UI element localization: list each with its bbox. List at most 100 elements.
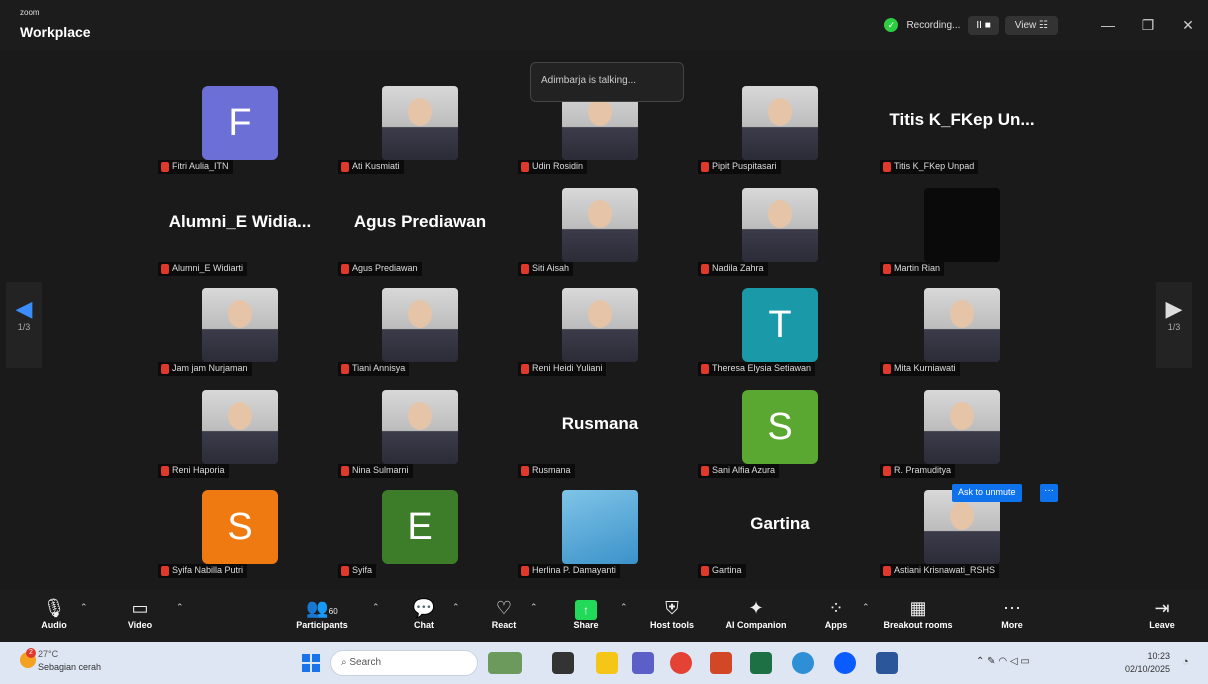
participant-tile[interactable]: Ati Kusmiati [330, 82, 510, 182]
zoom-icon[interactable] [834, 652, 856, 674]
participant-face [588, 300, 612, 328]
participant-name-label: Siti Aisah [518, 262, 574, 276]
participant-tile[interactable]: Mita Kurniawati [872, 284, 1052, 384]
participant-name-label: Herlina P. Damayanti [518, 564, 620, 578]
powerpoint-icon[interactable] [710, 652, 732, 674]
muted-mic-icon [701, 162, 709, 172]
volume-icon[interactable]: ◁ [1010, 656, 1018, 667]
restore-button[interactable]: ❐ [1128, 17, 1168, 34]
participant-more-button[interactable]: ··· [1040, 484, 1058, 502]
participant-tile[interactable]: Reni Haporia [150, 386, 330, 486]
ai-companion-label: AI Companion [725, 620, 787, 630]
participant-face [950, 300, 974, 328]
ai-companion-button[interactable]: ✦ AI Companion [716, 596, 796, 630]
participant-tile[interactable]: Martin Rian [872, 184, 1052, 284]
chat-options-caret[interactable]: ⌃ [452, 602, 460, 613]
clock[interactable]: 10:23 02/10/2025 [1110, 650, 1170, 676]
participant-name-label: Syifa [338, 564, 377, 578]
participant-tile[interactable]: Siti Aisah [510, 184, 690, 284]
close-button[interactable]: ✕ [1168, 17, 1208, 34]
participant-tile[interactable]: Alumni_E Widia... Alumni_E Widiarti [150, 184, 330, 284]
recording-status: Recording... [906, 19, 961, 31]
participant-name-label: Gartina [698, 564, 746, 578]
video-button[interactable]: ▭ Video [100, 596, 180, 630]
participants-button[interactable]: 👥60 Participants [282, 596, 362, 630]
system-tray[interactable]: ⌃ ✎ ◠ ◁ ▭ [976, 656, 1030, 667]
participant-name: Tiani Annisya [352, 363, 406, 373]
participant-name: Syifa [352, 565, 373, 575]
minimize-button[interactable]: — [1088, 17, 1128, 33]
participant-tile[interactable]: R. Pramuditya [872, 386, 1052, 486]
participant-tile[interactable]: Reni Heidi Yuliani [510, 284, 690, 384]
file-explorer-icon[interactable] [596, 652, 618, 674]
file-viewer-icon[interactable] [552, 652, 574, 674]
video-options-caret[interactable]: ⌃ [176, 602, 184, 613]
participant-avatar: T [742, 288, 818, 362]
apps-options-caret[interactable]: ⌃ [862, 602, 870, 613]
breakout-rooms-label: Breakout rooms [883, 620, 953, 630]
share-options-caret[interactable]: ⌃ [620, 602, 628, 613]
battery-icon[interactable]: ▭ [1020, 656, 1029, 667]
notification-icon[interactable]: ◔ [1182, 656, 1189, 668]
participant-tile[interactable]: Nina Sulmarni [330, 386, 510, 486]
leave-button[interactable]: ⇥ Leave [1122, 596, 1202, 630]
chrome-icon[interactable] [670, 652, 692, 674]
participant-video [742, 86, 818, 160]
excel-icon[interactable] [750, 652, 772, 674]
ask-to-unmute-button[interactable]: Ask to unmute [952, 484, 1022, 502]
participant-tile[interactable]: Nadila Zahra [690, 184, 870, 284]
page-indicator-right: 1/3 [1167, 322, 1181, 332]
audio-options-caret[interactable]: ⌃ [80, 602, 88, 613]
recording-controls-button[interactable]: II ■ [968, 15, 999, 35]
breakout-rooms-button[interactable]: ▦ Breakout rooms [878, 596, 958, 630]
shield-icon: ⛨ [665, 598, 679, 618]
weather-desc: Sebagian cerah [38, 662, 102, 672]
participants-options-caret[interactable]: ⌃ [372, 602, 380, 613]
participant-name: Sani Alfia Azura [712, 465, 776, 475]
muted-mic-icon [161, 364, 169, 374]
participant-tile[interactable]: Gartina Gartina [690, 486, 870, 586]
more-button[interactable]: ⋯ More [972, 596, 1052, 630]
clock-time: 10:23 [1147, 651, 1170, 661]
title-bar-controls: ✓ Recording... II ■ View ☷ — ❐ ✕ [884, 12, 1208, 38]
host-tools-button[interactable]: ⛨ Host tools [632, 596, 712, 630]
participant-tile[interactable]: Rusmana Rusmana [510, 386, 690, 486]
chevron-up-icon[interactable]: ⌃ [976, 656, 984, 667]
participant-tile[interactable]: Tiani Annisya [330, 284, 510, 384]
widget-landscape-icon[interactable] [488, 652, 522, 674]
zoom-logo-small: zoom [20, 8, 40, 17]
security-shield-icon[interactable]: ✓ [884, 18, 899, 32]
participant-tile[interactable]: Agus Prediawan Agus Prediawan [330, 184, 510, 284]
video-camera-icon: ▭ [131, 598, 149, 618]
participant-tile[interactable]: S Syifa Nabilla Putri [150, 486, 330, 586]
participant-face [768, 200, 792, 228]
view-button[interactable]: View ☷ [1004, 15, 1058, 35]
participant-name-label: Sani Alfia Azura [698, 464, 780, 478]
participant-tile[interactable]: Titis K_FKep Un... Titis K_FKep Unpad [872, 82, 1052, 182]
participant-video-dark [924, 188, 1000, 262]
teams-icon[interactable] [632, 652, 654, 674]
weather-widget[interactable]: 27°C Sebagian cerah [38, 648, 101, 674]
participant-tile[interactable]: F Fitri Aulia_ITN [150, 82, 330, 182]
pen-icon[interactable]: ✎ [987, 656, 995, 667]
participant-tile[interactable]: E Syifa [330, 486, 510, 586]
react-options-caret[interactable]: ⌃ [530, 602, 538, 613]
taskbar-search[interactable]: ⌕ Search [330, 650, 478, 676]
search-label: Search [349, 657, 382, 668]
prev-page-button[interactable]: ◀ 1/3 [6, 282, 42, 368]
participant-name: Siti Aisah [532, 263, 570, 273]
windows-start-icon[interactable] [302, 654, 320, 672]
participant-tile[interactable]: Jam jam Nurjaman [150, 284, 330, 384]
participant-tile[interactable]: T Theresa Elysia Setiawan [690, 284, 870, 384]
participant-name-label: Reni Haporia [158, 464, 229, 478]
muted-mic-icon [883, 364, 891, 374]
next-page-button[interactable]: ▶ 1/3 [1156, 282, 1192, 368]
edge-icon[interactable] [792, 652, 814, 674]
wifi-icon[interactable]: ◠ [998, 656, 1007, 667]
participant-tile[interactable]: Herlina P. Damayanti [510, 486, 690, 586]
participant-video [924, 390, 1000, 464]
participant-tile[interactable]: Pipit Puspitasari [690, 82, 870, 182]
word-icon[interactable] [876, 652, 898, 674]
participant-tile[interactable]: S Sani Alfia Azura [690, 386, 870, 486]
share-button[interactable]: ↑ Share [546, 596, 626, 630]
